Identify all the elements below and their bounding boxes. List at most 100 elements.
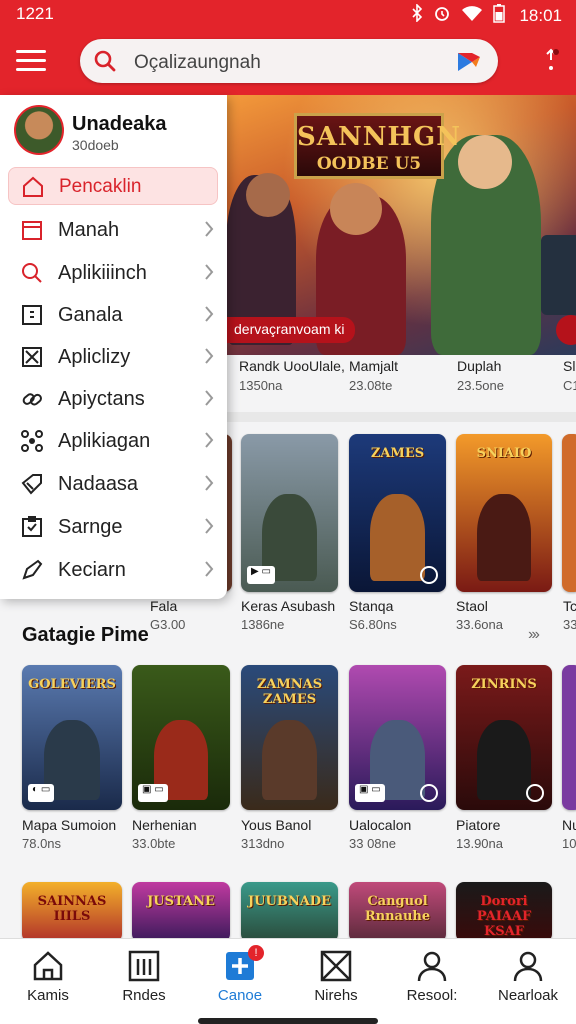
tag-icon (21, 474, 42, 495)
link-icon (22, 393, 42, 406)
game-size: 33.0bte (132, 836, 176, 851)
game-name: Piatore (456, 817, 501, 833)
game-size: S6.80ns (349, 617, 397, 632)
list-icon (128, 950, 160, 982)
user-subtitle: 30doeb (72, 137, 119, 153)
drawer-item-ganala[interactable]: Ganala (8, 296, 218, 334)
game-size: 78.0ns (22, 836, 62, 851)
game-card[interactable]: ▣ ▭ (132, 665, 230, 810)
game-card[interactable]: ZAMNAS ZAMES (241, 665, 338, 810)
wifi-icon (461, 4, 483, 27)
more-button[interactable]: ››› (528, 626, 540, 644)
rating-badge: ▣ ▭ (355, 784, 385, 802)
game-size: 13.90na (456, 836, 503, 851)
app-bar: 1221 18:01 Oçalizaungnah (0, 0, 576, 95)
person-icon (417, 951, 447, 982)
game-card[interactable]: SAINNAS IIILS (22, 882, 122, 942)
network-icon (21, 430, 43, 452)
shuffle-icon (22, 347, 42, 367)
drawer-item-apiyctans[interactable]: Apiyctans (8, 380, 218, 418)
menu-icon[interactable] (16, 50, 46, 72)
search-bar[interactable]: Oçalizaungnah (80, 39, 498, 83)
game-name: Nerhenian (132, 817, 197, 833)
bluetooth-icon (411, 3, 423, 27)
game-size: 1386ne (241, 617, 285, 632)
search-input[interactable]: Oçalizaungnah (134, 52, 261, 74)
chevron-right-icon (205, 348, 214, 364)
game-card[interactable]: JUUBNADE (241, 882, 338, 942)
rating-badge: ◐ ▭ (28, 784, 55, 802)
nav-item-rndes[interactable]: Rndes (96, 939, 192, 1015)
status-bar: 1221 18:01 (0, 0, 576, 28)
notification-icon[interactable] (540, 46, 562, 74)
drawer-item-sarnge[interactable]: Sarnge (8, 508, 218, 546)
banner-logo: SANNHGN OODBE U5 (294, 113, 460, 179)
screen: { "status": { "time": "1221", "clock": "… (0, 0, 576, 1024)
drawer-item-pencaklin[interactable]: Pencaklin (8, 167, 218, 205)
drawer-item-apliclizy[interactable]: Apliclizy (8, 338, 218, 376)
home-icon (33, 951, 63, 981)
game-size: 33.6ona (456, 617, 503, 632)
chevron-right-icon (205, 264, 214, 280)
game-card[interactable]: ▶ ▭ (241, 434, 338, 592)
alarm-icon (433, 4, 451, 27)
game-name: Nu (562, 817, 576, 833)
game-card[interactable]: ▣ ▭ (349, 665, 446, 810)
game-card[interactable]: SNIAIO (456, 434, 552, 592)
banner-caption-1[interactable]: Randk UooUlale, 1350na (239, 358, 345, 393)
profile-icon (513, 951, 543, 982)
game-card[interactable] (562, 434, 576, 592)
game-name: Yous Banol (241, 817, 312, 833)
download-icon[interactable] (420, 784, 438, 802)
game-name: Stanqa (349, 598, 394, 614)
status-clock: 18:01 (519, 5, 562, 25)
drawer-item-manah[interactable]: Manah (8, 211, 218, 249)
banner-caption-3[interactable]: Duplah 23.5one (457, 358, 504, 393)
drawer-item-keciarn[interactable]: Keciarn (8, 551, 218, 589)
notification-badge: ! (248, 945, 264, 961)
banner-caption-2[interactable]: Mamjalt 23.08te (349, 358, 398, 393)
game-card[interactable]: ZAMES (349, 434, 446, 592)
nav-item-nearloak[interactable]: Nearloak (480, 939, 576, 1015)
chevron-right-icon (205, 306, 214, 322)
game-card[interactable]: JUSTANE (132, 882, 230, 942)
download-icon[interactable] (526, 784, 544, 802)
game-card[interactable] (562, 665, 576, 810)
featured-banner[interactable]: SANNHGN OODBE U5 dervaçranvoam ki (226, 95, 576, 355)
status-icons: 18:01 (411, 3, 562, 28)
download-icon[interactable] (420, 566, 438, 584)
chevron-right-icon (205, 475, 214, 491)
drawer-item-nadaasa[interactable]: Nadaasa (8, 465, 218, 503)
user-name: Unadeaka (72, 113, 167, 135)
nav-item-resool[interactable]: Resool: (384, 939, 480, 1015)
drawer-item-aplikiiinch[interactable]: Aplikiiinch (8, 254, 218, 292)
game-name: Staol (456, 598, 488, 614)
calendar-icon (22, 221, 42, 240)
game-card[interactable]: Canguol Rnnauhe (349, 882, 446, 942)
nav-item-nirehs[interactable]: Nirehs (288, 939, 384, 1015)
play-store-icon[interactable] (456, 51, 484, 73)
nav-item-kamis[interactable]: Kamis (0, 939, 96, 1015)
nav-item-canoe[interactable]: ! Canoe (192, 939, 288, 1015)
status-time: 1221 (16, 4, 54, 23)
game-name: Mapa Sumoion (22, 817, 117, 833)
drawer-item-aplikiagan[interactable]: Aplikiagan (8, 422, 218, 460)
game-size: 33 08ne (349, 836, 396, 851)
banner-caption-4[interactable]: SlC1 (563, 358, 576, 393)
home-icon (23, 176, 43, 197)
chevron-right-icon (205, 432, 214, 448)
game-size: 10 (562, 836, 576, 851)
game-card[interactable]: Dorori PAIAAF KSAF (456, 882, 552, 942)
game-name: Keras Asubash (241, 598, 336, 614)
banner-tag[interactable]: dervaçranvoam ki (226, 317, 355, 343)
game-card[interactable]: ZINRINS (456, 665, 552, 810)
game-name: Ualocalon (349, 817, 412, 833)
search-icon (94, 50, 116, 72)
pen-icon (22, 559, 43, 580)
battery-icon (493, 3, 506, 28)
avatar[interactable] (14, 105, 64, 155)
chevron-right-icon (205, 561, 214, 577)
chevron-right-icon (205, 390, 214, 406)
chevron-right-icon (205, 221, 214, 237)
game-card[interactable]: GOLEVIERS ◐ ▭ (22, 665, 122, 810)
